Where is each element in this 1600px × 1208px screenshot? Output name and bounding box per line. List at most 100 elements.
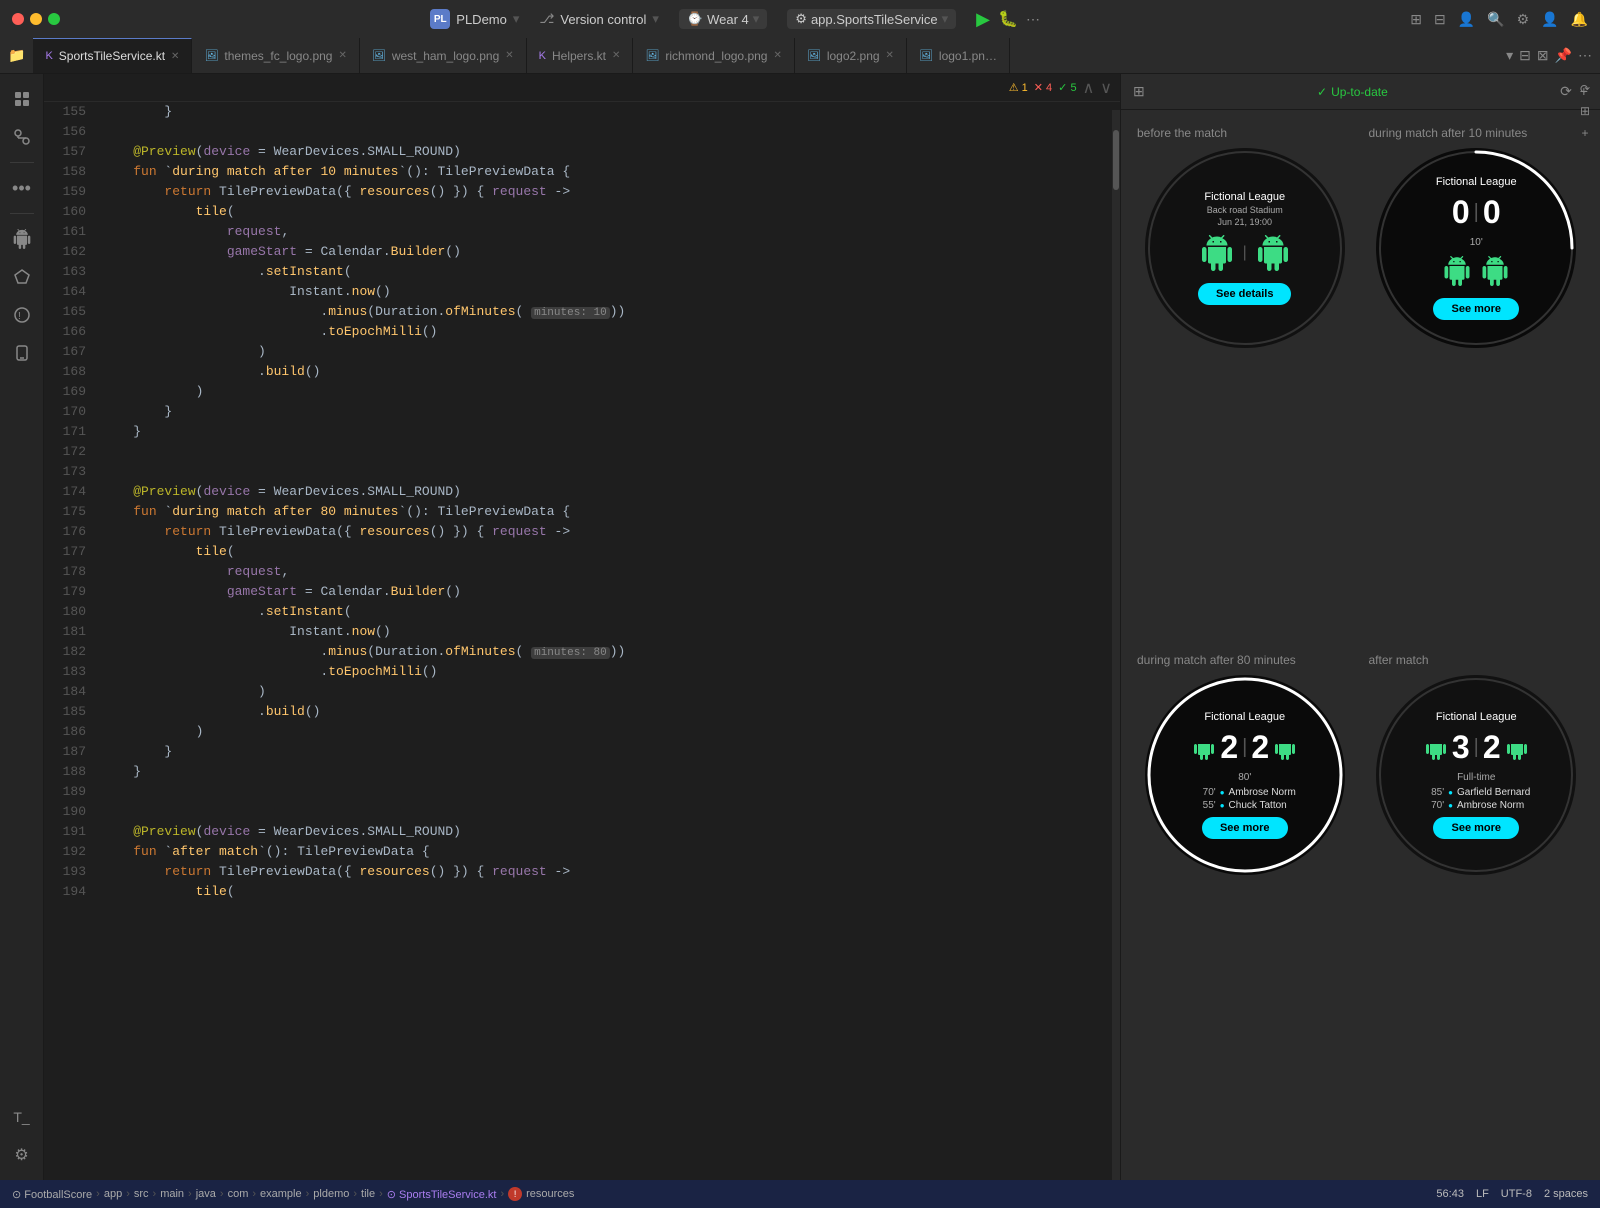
during-10-league: Fictional League — [1436, 176, 1517, 188]
service-icon: ⚙ — [795, 11, 807, 27]
version-control[interactable]: ⎇ Version control ▾ — [539, 11, 659, 27]
device-selector[interactable]: ⌚ Wear 4 ▾ — [679, 9, 767, 29]
sidebar-android-icon[interactable] — [5, 222, 39, 256]
see-more-button-80[interactable]: See more — [1202, 817, 1288, 839]
tab-close-1[interactable]: ✕ — [338, 50, 346, 61]
tab-sports-tile-service[interactable]: K SportsTileService.kt ✕ — [33, 38, 192, 73]
png-file-icon-2: 🖼 — [372, 49, 386, 62]
split-horizontal-icon[interactable]: ⊟ — [1519, 47, 1531, 64]
tab-west-ham-logo[interactable]: 🖼 west_ham_logo.png ✕ — [360, 38, 527, 73]
bc-src[interactable]: src — [134, 1188, 149, 1200]
see-more-button-after[interactable]: See more — [1433, 817, 1519, 839]
bc-com[interactable]: com — [228, 1188, 249, 1200]
bc-pldemo[interactable]: pldemo — [313, 1188, 349, 1200]
tab-helpers[interactable]: K Helpers.kt ✕ — [527, 38, 634, 73]
more-button[interactable]: ⋯ — [1026, 11, 1040, 28]
tab-logo2[interactable]: 🖼 logo2.png ✕ — [795, 38, 907, 73]
cursor-position[interactable]: 56:43 — [1436, 1188, 1464, 1200]
bc-file[interactable]: ⊙ SportsTileService.kt — [387, 1188, 497, 1201]
pin-icon[interactable]: 📌 — [1555, 47, 1572, 64]
main-content: ••• ! T_ ⚙ ⚠ — [0, 74, 1600, 1180]
sidebar-more-icon[interactable]: ••• — [5, 171, 39, 205]
traffic-lights — [12, 13, 60, 25]
tab-close-4[interactable]: ✕ — [773, 50, 781, 61]
tabs-overflow-icon[interactable]: ▾ — [1506, 47, 1513, 64]
project-name[interactable]: PL PLDemo ▾ — [430, 9, 519, 29]
see-details-button[interactable]: See details — [1198, 283, 1291, 305]
encoding[interactable]: UTF-8 — [1501, 1188, 1532, 1200]
dropdown-arrow: ▾ — [513, 11, 520, 27]
status-bar: ⊙ FootballScore › app › src › main › jav… — [0, 1180, 1600, 1208]
up-to-date-status: ✓ Up-to-date — [1317, 85, 1388, 99]
png-file-icon-5: 🖼 — [919, 49, 933, 62]
sidebar-vcs-icon[interactable] — [5, 120, 39, 154]
maximize-button[interactable] — [48, 13, 60, 25]
sidebar-terminal-icon[interactable]: T_ — [5, 1100, 39, 1134]
code-toolbar: ⚠ 1 ✕ 4 ✓ 5 ∧ ∨ — [44, 74, 1120, 102]
bc-app[interactable]: app — [104, 1188, 122, 1200]
tab-right: ▾ ⊟ ⊠ 📌 ⋯ — [1498, 38, 1600, 73]
sidebar-run-icon[interactable]: ! — [5, 298, 39, 332]
project-icon: PL — [430, 9, 450, 29]
preview-panel: ⊞ ✓ Up-to-date ⟳ + before the match — [1120, 74, 1600, 1180]
service-selector[interactable]: ⚙ app.SportsTileService ▾ — [787, 9, 956, 29]
debug-button[interactable]: 🐛 — [998, 9, 1018, 29]
tab-close-5[interactable]: ✕ — [886, 50, 894, 61]
collapse-icon[interactable]: ∧ — [1083, 78, 1095, 98]
title-bar: PL PLDemo ▾ ⎇ Version control ▾ ⌚ Wear 4… — [0, 0, 1600, 38]
avatar-icon[interactable]: 👤 — [1541, 11, 1558, 28]
bc-example[interactable]: example — [260, 1188, 302, 1200]
indent[interactable]: 2 spaces — [1544, 1188, 1588, 1200]
after-match-score: 3 | 2 — [1424, 729, 1529, 766]
ok-count-green[interactable]: ✓ 5 — [1058, 81, 1076, 94]
preview-item-during-10: during match after 10 minutes Fictional … — [1369, 126, 1585, 637]
during-80-score1: 2 — [1220, 729, 1238, 766]
watch-face-before-match: Fictional League Back road Stadium Jun 2… — [1145, 148, 1345, 348]
tab-logo1[interactable]: 🖼 logo1.pn… — [907, 38, 1010, 73]
sidebar-project-icon[interactable] — [5, 82, 39, 116]
notification-icon[interactable]: 🔔 — [1571, 11, 1588, 28]
preview-layout-icon[interactable]: ⊞ — [1133, 83, 1145, 100]
tab-close-3[interactable]: ✕ — [612, 50, 620, 61]
sidebar-device-icon[interactable] — [5, 336, 39, 370]
scrollbar-track[interactable] — [1112, 110, 1120, 1180]
preview-right-icon-3[interactable]: + — [1581, 126, 1588, 140]
more-tabs-icon[interactable]: ⋯ — [1578, 47, 1592, 64]
line-ending[interactable]: LF — [1476, 1188, 1489, 1200]
close-button[interactable] — [12, 13, 24, 25]
after-match-label: after match — [1369, 653, 1429, 667]
search-icon[interactable]: 🔍 — [1487, 11, 1504, 28]
scrollbar-thumb[interactable] — [1113, 130, 1119, 190]
watch-icon: ⌚ — [687, 11, 703, 27]
bc-resources[interactable]: resources — [526, 1188, 574, 1200]
preview-right-icon-2[interactable]: ⊞ — [1580, 104, 1590, 118]
bc-footballscore[interactable]: ⊙ FootballScore — [12, 1188, 92, 1201]
bc-java[interactable]: java — [196, 1188, 216, 1200]
toolbar-icon-1[interactable]: ⊞ — [1410, 11, 1422, 28]
sidebar-separator-2 — [10, 213, 34, 214]
see-more-button-10[interactable]: See more — [1433, 298, 1519, 320]
tab-richmond-logo[interactable]: 🖼 richmond_logo.png ✕ — [633, 38, 794, 73]
during-10-teams — [1442, 256, 1510, 286]
error-count-red[interactable]: ✕ 4 — [1034, 81, 1052, 94]
bc-main[interactable]: main — [160, 1188, 184, 1200]
toolbar-icon-2[interactable]: ⊟ — [1434, 11, 1446, 28]
preview-right-icon-1[interactable]: ⟳ — [1580, 82, 1590, 96]
minimize-button[interactable] — [30, 13, 42, 25]
code-text[interactable]: } @Preview(device = WearDevices.SMALL_RO… — [94, 102, 1120, 1180]
folder-icon[interactable]: 📁 — [8, 47, 25, 64]
code-editor: ⚠ 1 ✕ 4 ✓ 5 ∧ ∨ 155156157158159 16016116… — [44, 74, 1120, 1180]
bc-tile[interactable]: tile — [361, 1188, 375, 1200]
warning-count-yellow[interactable]: ⚠ 1 — [1009, 81, 1028, 94]
settings-icon[interactable]: ⚙ — [1517, 11, 1530, 28]
split-vertical-icon[interactable]: ⊠ — [1537, 47, 1549, 64]
expand-icon[interactable]: ∨ — [1100, 78, 1112, 98]
sidebar-sketch-icon[interactable] — [5, 260, 39, 294]
tab-close-2[interactable]: ✕ — [505, 50, 513, 61]
tab-themes-logo[interactable]: 🖼 themes_fc_logo.png ✕ — [192, 38, 359, 73]
run-button[interactable]: ▶ — [976, 9, 990, 30]
toolbar-icon-3[interactable]: 👤 — [1458, 11, 1475, 28]
tab-close-0[interactable]: ✕ — [171, 51, 179, 62]
sidebar-settings-bottom-icon[interactable]: ⚙ — [5, 1138, 39, 1172]
svg-text:!: ! — [18, 311, 21, 322]
